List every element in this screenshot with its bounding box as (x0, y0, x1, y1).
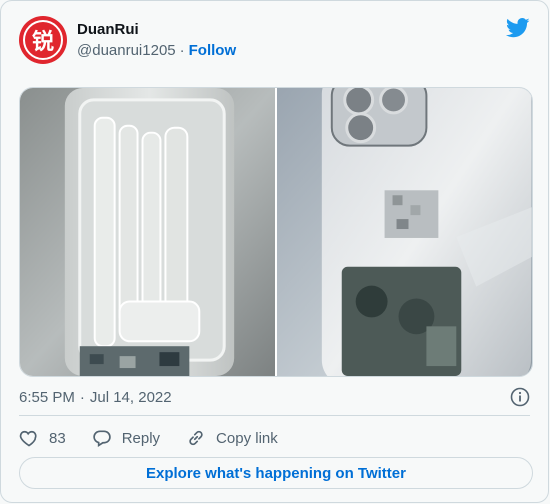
right-photo[interactable] (277, 88, 532, 376)
left-photo-image (20, 88, 275, 376)
tweet-time: 6:55 PM (19, 389, 75, 406)
copy-link-button[interactable]: Copy link (186, 428, 278, 448)
tweet-card: 锐 DuanRui @duanrui1205 · Follow 6:55 PM … (0, 0, 549, 503)
right-photo-image (277, 88, 532, 376)
tweet-timestamp[interactable]: 6:55 PM · Jul 14, 2022 (19, 389, 172, 406)
author-handle-row: @duanrui1205 · Follow (77, 42, 236, 59)
tweet-media[interactable] (19, 87, 533, 377)
avatar[interactable]: 锐 (19, 16, 67, 64)
copy-link-label: Copy link (216, 429, 278, 447)
handle-separator: · (179, 42, 185, 59)
reply-button[interactable]: Reply (92, 428, 160, 448)
reply-icon (92, 430, 111, 448)
timestamp-separator: · (79, 389, 85, 406)
twitter-bird-icon[interactable] (506, 18, 530, 38)
avatar-glyph: 锐 (23, 20, 63, 60)
reply-label: Reply (121, 429, 161, 447)
left-photo[interactable] (20, 88, 275, 376)
follow-button[interactable]: Follow (189, 42, 237, 59)
link-icon (189, 430, 203, 446)
explore-button[interactable]: Explore what's happening on Twitter (19, 457, 533, 489)
tweet-date: Jul 14, 2022 (89, 389, 172, 406)
like-button[interactable]: 83 (19, 428, 66, 448)
info-icon[interactable] (510, 387, 530, 407)
action-bar: 83 Reply Copy link (19, 428, 304, 448)
like-count: 83 (49, 429, 66, 447)
author-name[interactable]: DuanRui (77, 21, 139, 38)
author-handle[interactable]: @duanrui1205 (77, 42, 176, 59)
heart-icon (19, 430, 37, 447)
divider (19, 415, 530, 416)
